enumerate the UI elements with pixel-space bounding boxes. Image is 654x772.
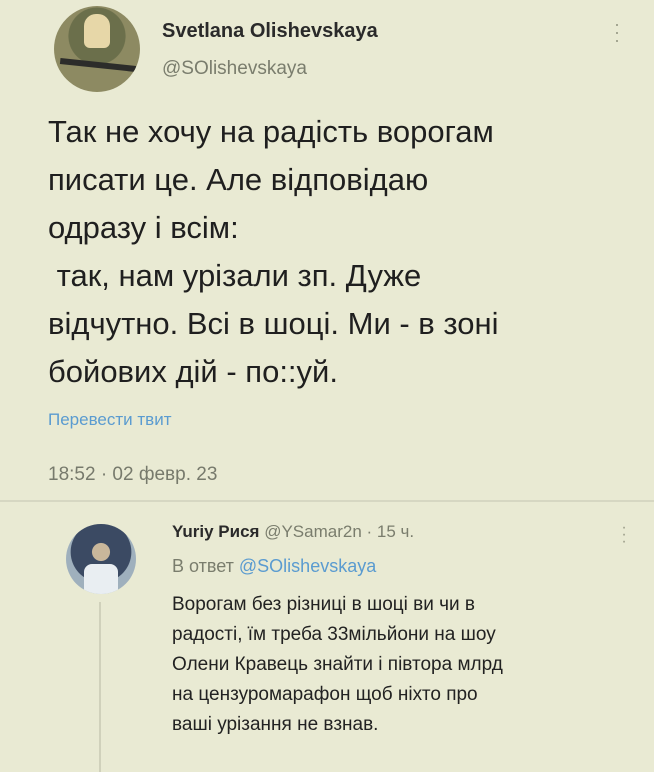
main-tweet: Svetlana Olishevskaya @SOlishevskaya · · ·… bbox=[0, 0, 654, 500]
reply-to-prefix: В ответ bbox=[172, 556, 234, 576]
reply-to-line: В ответ @SOlishevskaya bbox=[172, 556, 376, 577]
translate-link[interactable]: Перевести твит bbox=[48, 410, 171, 430]
reply-text: Ворогам без різниці в шоці ви чи в радос… bbox=[172, 594, 503, 735]
avatar-hair-shape bbox=[84, 14, 110, 48]
reply-header: Yuriy Рися @YSamar2n · 15 ч. bbox=[172, 522, 414, 542]
author-avatar[interactable] bbox=[54, 6, 140, 92]
more-vertical-icon[interactable]: · · · bbox=[620, 520, 628, 550]
reply-author-handle[interactable]: @YSamar2n bbox=[264, 522, 362, 541]
tweet-text: Так не хочу на радість ворогам писати це… bbox=[48, 114, 499, 389]
author-name[interactable]: Svetlana Olishevskaya bbox=[162, 20, 378, 43]
avatar-rifle-shape bbox=[59, 58, 137, 72]
reply-to-mention[interactable]: @SOlishevskaya bbox=[239, 556, 376, 576]
more-vertical-icon[interactable]: · · · bbox=[612, 15, 622, 49]
reply-tweet: Yuriy Рися @YSamar2n · 15 ч. · · · В ответ… bbox=[0, 502, 654, 772]
thread-line bbox=[99, 602, 101, 772]
author-handle[interactable]: @SOlishevskaya bbox=[162, 58, 307, 80]
reply-author-avatar[interactable] bbox=[66, 524, 136, 594]
avatar-shirt-shape bbox=[84, 564, 118, 594]
reply-author-name[interactable]: Yuriy Рися bbox=[172, 522, 259, 541]
reply-age: · 15 ч. bbox=[366, 522, 415, 541]
tweet-timestamp[interactable]: 18:52 · 02 февр. 23 bbox=[48, 464, 217, 486]
